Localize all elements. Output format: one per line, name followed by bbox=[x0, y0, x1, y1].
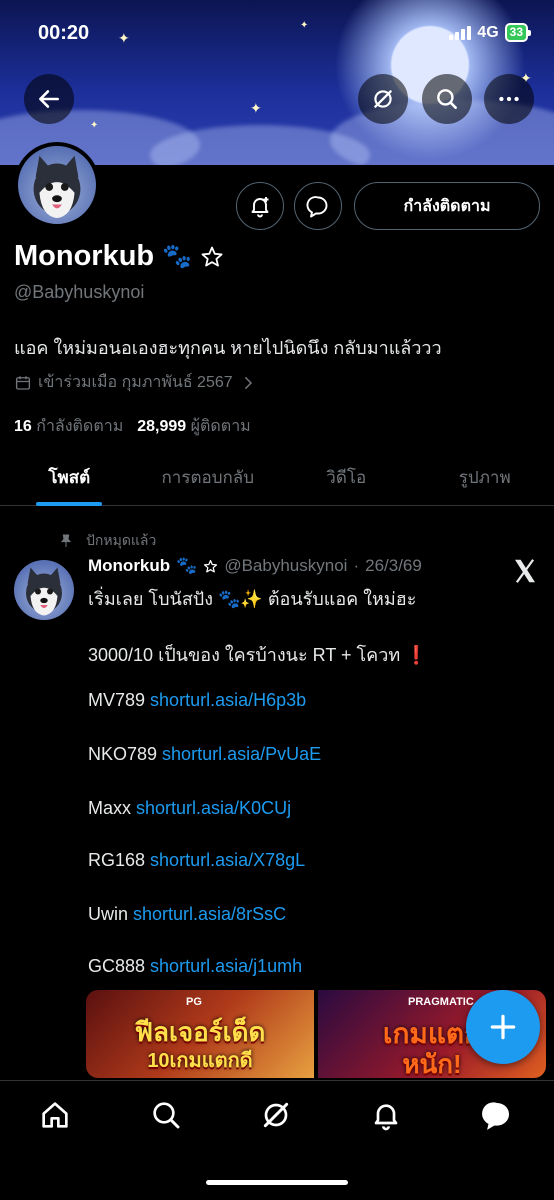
star-icon bbox=[204, 559, 218, 572]
notify-button[interactable] bbox=[236, 182, 284, 230]
husky-avatar-icon bbox=[33, 155, 81, 219]
search-button[interactable] bbox=[422, 74, 472, 124]
status-bar: 00:20 4G 33 bbox=[0, 0, 554, 62]
home-icon bbox=[42, 1102, 68, 1128]
post-date: 26/3/69 bbox=[365, 556, 422, 575]
post-line: GC888 shorturl.asia/j1umh bbox=[88, 956, 303, 976]
pinned-label: ปักหมุดแล้ว bbox=[86, 532, 157, 548]
nav-notifications[interactable] bbox=[366, 1095, 406, 1135]
post-link[interactable]: shorturl.asia/H6p3b bbox=[150, 690, 306, 710]
grok-icon bbox=[374, 90, 392, 108]
post-link[interactable]: shorturl.asia/j1umh bbox=[150, 956, 302, 976]
profile-name-row: Monorkub 🐾 bbox=[14, 240, 224, 273]
media-badge: PG bbox=[186, 996, 202, 1008]
search-icon bbox=[153, 1102, 180, 1129]
pin-icon bbox=[61, 534, 71, 547]
followers-label: ผู้ติดตาม bbox=[190, 418, 251, 435]
post-link[interactable]: shorturl.asia/8rSsC bbox=[133, 904, 286, 924]
husky-avatar-icon bbox=[26, 567, 62, 616]
more-button[interactable] bbox=[484, 74, 534, 124]
grok-icon bbox=[263, 1102, 289, 1128]
star-icon bbox=[201, 246, 223, 266]
post-line: Uwin shorturl.asia/8rSsC bbox=[88, 904, 287, 924]
calendar-icon bbox=[15, 375, 31, 390]
post-link[interactable]: shorturl.asia/X78gL bbox=[150, 850, 305, 870]
signal-icon bbox=[449, 25, 472, 40]
profile-tabs: โพสต์ การตอบกลับ วิดีโอ รูปภาพ bbox=[0, 450, 554, 506]
message-icon bbox=[482, 1102, 510, 1130]
grok-button[interactable] bbox=[358, 74, 408, 124]
post-line: Maxx shorturl.asia/K0CUj bbox=[88, 798, 292, 818]
nav-grok[interactable] bbox=[256, 1095, 296, 1135]
message-icon bbox=[306, 196, 328, 218]
compose-button[interactable] bbox=[466, 990, 540, 1064]
home-indicator bbox=[206, 1180, 348, 1185]
post-handle: @Babyhuskynoi bbox=[224, 556, 348, 575]
media-image-left[interactable]: PG ฟีลเจอร์เด็ด 10เกมแตกดี bbox=[86, 990, 314, 1078]
status-time: 00:20 bbox=[38, 22, 90, 44]
media-subtitle: 10เกมแตกดี bbox=[147, 1050, 253, 1072]
chevron-right-icon bbox=[244, 376, 252, 389]
post-line: เริ่มเลย โบนัสปัง 🐾✨ ต้อนรับแอค ใหม่ฮะ bbox=[88, 589, 417, 609]
battery-icon: 33 bbox=[504, 23, 532, 42]
bell-icon bbox=[374, 1104, 398, 1131]
profile-handle: @Babyhuskynoi bbox=[14, 282, 145, 302]
nav-home[interactable] bbox=[35, 1095, 75, 1135]
message-button[interactable] bbox=[294, 182, 342, 230]
following-count: 16 bbox=[14, 418, 32, 435]
tab-videos[interactable]: วิดีโอ bbox=[277, 450, 416, 505]
post-link[interactable]: shorturl.asia/K0CUj bbox=[136, 798, 291, 818]
followers-count: 28,999 bbox=[137, 418, 187, 435]
back-button[interactable] bbox=[24, 74, 74, 124]
network-label: 4G bbox=[477, 23, 499, 41]
post-line: NKO789 shorturl.asia/PvUaE bbox=[88, 744, 322, 764]
paw-emoji: 🐾 bbox=[162, 243, 193, 270]
post-header: Monorkub 🐾 @Babyhuskynoi · 26/3/69 bbox=[88, 556, 422, 576]
profile-bio: แอค ใหม่มอนอเองฮะทุกคน หายไปนิดนึง กลับม… bbox=[14, 338, 442, 358]
media-badge: PRAGMATIC bbox=[408, 996, 474, 1008]
x-logo-icon[interactable] bbox=[510, 556, 540, 586]
post-author-emoji: 🐾 bbox=[176, 556, 198, 575]
post-link[interactable]: shorturl.asia/PvUaE bbox=[162, 744, 321, 764]
back-arrow-icon bbox=[39, 90, 59, 108]
joined-date: เข้าร่วมเมือ กุมภาพันธ์ 2567 bbox=[38, 374, 233, 391]
pinned-indicator: ปักหมุดแล้ว bbox=[58, 530, 156, 552]
tab-photos[interactable]: รูปภาพ bbox=[416, 450, 554, 505]
joined-date-row[interactable]: เข้าร่วมเมือ กุมภาพันธ์ 2567 bbox=[14, 370, 257, 395]
nav-search[interactable] bbox=[146, 1095, 186, 1135]
tab-posts[interactable]: โพสต์ bbox=[0, 450, 139, 505]
bell-plus-icon bbox=[251, 197, 269, 218]
nav-messages[interactable] bbox=[477, 1095, 517, 1135]
post-line: 3000/10 เป็นของ ใครบ้างนะ RT + โควท ❗ bbox=[88, 645, 428, 665]
followers-stat[interactable]: 28,999 ผู้ติดตาม bbox=[137, 414, 250, 439]
search-icon bbox=[437, 89, 457, 109]
post-author[interactable]: Monorkub bbox=[88, 556, 170, 576]
follow-stats: 16 กำลังติดตาม 28,999 ผู้ติดตาม bbox=[14, 414, 251, 439]
post-avatar[interactable] bbox=[14, 560, 74, 620]
more-icon bbox=[499, 96, 519, 102]
following-stat[interactable]: 16 กำลังติดตาม bbox=[14, 414, 123, 439]
profile-name: Monorkub bbox=[14, 240, 155, 272]
post-line: MV789 shorturl.asia/H6p3b bbox=[88, 690, 307, 710]
post-line: RG168 shorturl.asia/X78gL bbox=[88, 850, 306, 870]
plus-icon bbox=[490, 1014, 516, 1040]
following-button[interactable]: กำลังติดตาม bbox=[354, 182, 540, 230]
tab-replies[interactable]: การตอบกลับ bbox=[139, 450, 278, 505]
following-label: กำลังติดตาม bbox=[36, 418, 124, 435]
profile-avatar[interactable] bbox=[14, 142, 100, 228]
